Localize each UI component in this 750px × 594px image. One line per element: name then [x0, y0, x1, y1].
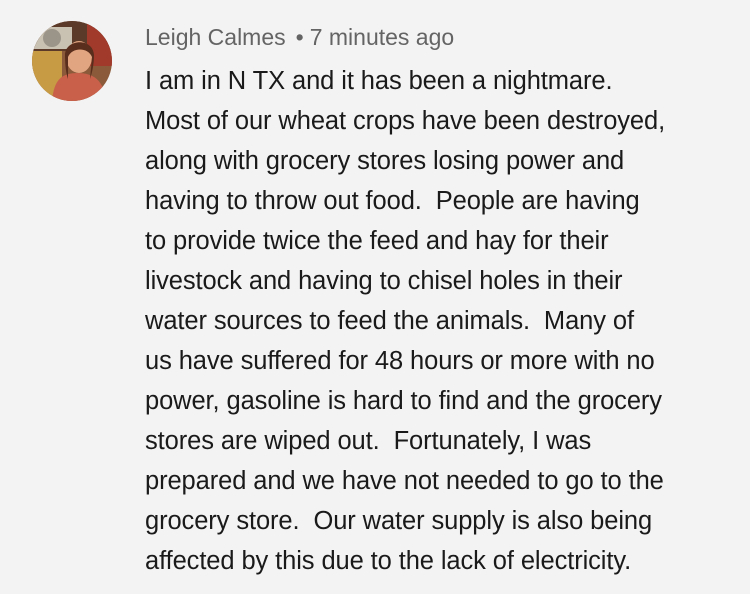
comment-line: stores are wiped out. Fortunately, I was — [145, 427, 592, 455]
user-avatar-photo-icon — [32, 21, 112, 101]
comment-line: Most of our wheat crops have been destro… — [145, 107, 666, 135]
meta-separator: • — [295, 24, 304, 50]
comment-line: having to throw out food. People are hav… — [145, 187, 640, 215]
timestamp[interactable]: 7 minutes ago — [310, 24, 454, 50]
comment-line: to provide twice the feed and hay for th… — [145, 227, 609, 255]
comment-line: affected by this due to the lack of elec… — [145, 547, 632, 575]
comment-line: along with grocery stores losing power a… — [145, 147, 625, 175]
comment-line: prepared and we have not needed to go to… — [145, 467, 664, 495]
comment-body: I am in N TX and it has been a nightmare… — [145, 61, 745, 581]
comment-line: I am in N TX and it has been a nightmare… — [145, 67, 613, 95]
author-name[interactable]: Leigh Calmes — [145, 24, 286, 50]
comment-meta: Leigh Calmes • 7 minutes ago — [145, 20, 454, 54]
avatar[interactable] — [32, 21, 112, 101]
comment-line: power, gasoline is hard to find and the … — [145, 387, 662, 415]
comment-card: Leigh Calmes • 7 minutes ago I am in N TX … — [0, 0, 750, 594]
comment-line: livestock and having to chisel holes in … — [145, 267, 623, 295]
comment-line: grocery store. Our water supply is also … — [145, 507, 653, 535]
comment-line: water sources to feed the animals. Many … — [145, 307, 634, 335]
comment-line: us have suffered for 48 hours or more wi… — [145, 347, 655, 375]
